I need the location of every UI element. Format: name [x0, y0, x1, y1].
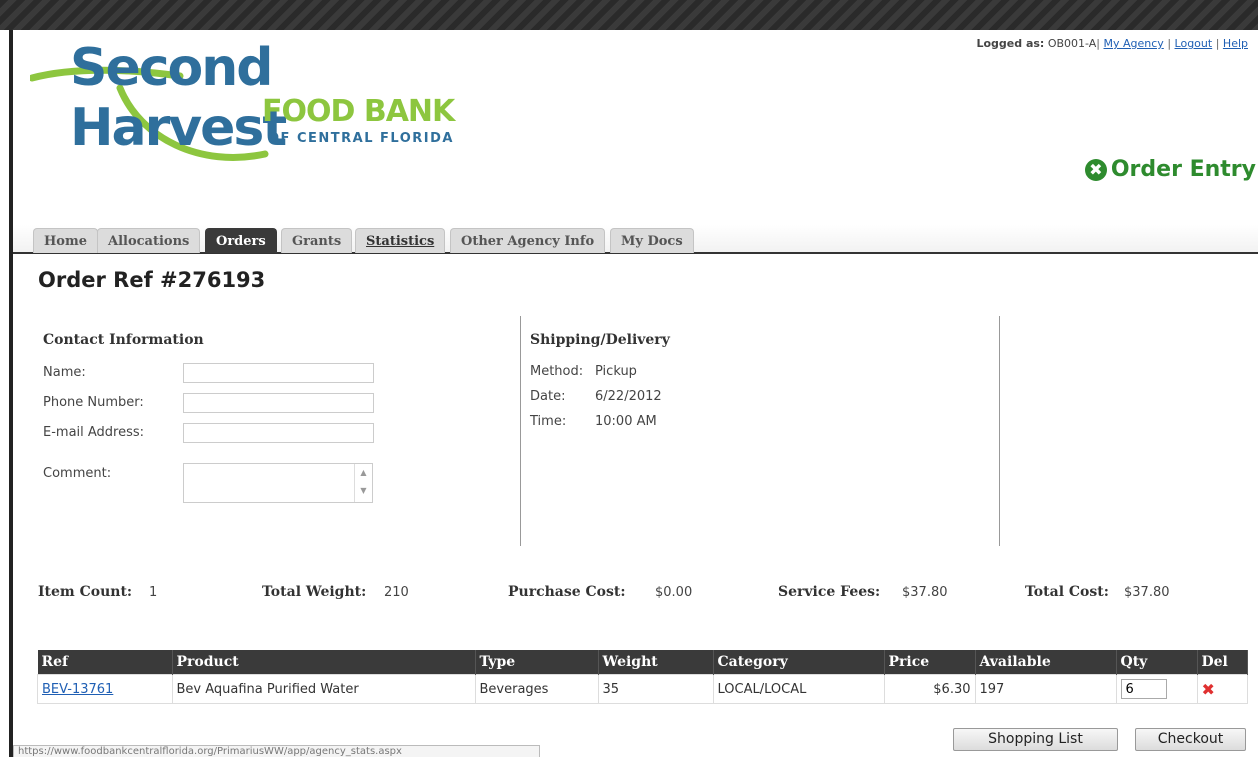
browser-status-bar: https://www.foodbankcentralflorida.org/P…: [13, 745, 540, 757]
logout-link[interactable]: Logout: [1175, 37, 1213, 50]
item-weight: 35: [597, 674, 714, 704]
browser-top-band: [0, 0, 1258, 30]
qty-input[interactable]: [1120, 679, 1167, 699]
item-category: LOCAL/LOCAL: [712, 674, 885, 704]
col-category[interactable]: Category: [713, 650, 885, 675]
col-del[interactable]: Del: [1197, 650, 1248, 675]
purchase-cost-value: $0.00: [655, 585, 693, 600]
user-id: OB001-A: [1047, 37, 1097, 50]
comment-field[interactable]: ▲ ▼: [183, 463, 373, 503]
tab-grants[interactable]: Grants: [281, 228, 353, 253]
site-logo[interactable]: Second Harvest FOOD BANK OF CENTRAL FLOR…: [30, 38, 500, 188]
name-field[interactable]: [183, 363, 374, 383]
tab-allocations[interactable]: Allocations: [97, 228, 201, 253]
tab-other-agency-info[interactable]: Other Agency Info: [450, 228, 606, 253]
my-agency-link[interactable]: My Agency: [1104, 37, 1164, 50]
item-count-value: 1: [149, 585, 158, 600]
user-bar: Logged as: OB001-A| My Agency | Logout |…: [976, 37, 1248, 50]
phone-field[interactable]: [183, 393, 374, 413]
logo-subtitle: FOOD BANK: [262, 94, 455, 129]
tab-orders[interactable]: Orders: [205, 228, 277, 253]
help-link[interactable]: Help: [1223, 37, 1248, 50]
service-fees-label: Service Fees:: [778, 584, 881, 600]
item-available: 197: [974, 674, 1117, 704]
date-label: Date:: [530, 389, 566, 404]
col-type[interactable]: Type: [475, 650, 599, 675]
section-divider: [520, 316, 521, 546]
item-count-label: Item Count:: [38, 584, 133, 600]
item-ref-link[interactable]: BEV-13761: [42, 682, 113, 697]
purchase-cost-label: Purchase Cost:: [508, 584, 626, 600]
shopping-list-button[interactable]: Shopping List: [953, 728, 1118, 751]
phone-label: Phone Number:: [43, 395, 144, 410]
tab-home[interactable]: Home: [33, 228, 98, 253]
checkout-button[interactable]: Checkout: [1135, 728, 1246, 751]
window-left-edge: [9, 30, 13, 757]
delete-icon[interactable]: ✖: [1202, 680, 1215, 699]
comment-label: Comment:: [43, 466, 112, 481]
item-type: Beverages: [474, 674, 599, 704]
time-label: Time:: [530, 414, 567, 429]
shipping-title: Shipping/Delivery: [530, 332, 670, 348]
col-product[interactable]: Product: [172, 650, 476, 675]
email-field[interactable]: [183, 423, 374, 443]
table-header-row: Ref Product Type Weight Category Price A…: [37, 650, 1248, 675]
tab-statistics[interactable]: Statistics: [355, 228, 446, 253]
logo-tagline: OF CENTRAL FLORIDA: [268, 131, 454, 146]
col-available[interactable]: Available: [975, 650, 1117, 675]
email-label: E-mail Address:: [43, 425, 145, 440]
method-label: Method:: [530, 364, 584, 379]
total-cost-label: Total Cost:: [1025, 584, 1109, 600]
col-ref[interactable]: Ref: [37, 650, 173, 675]
time-value: 10:00 AM: [595, 414, 657, 429]
total-cost-value: $37.80: [1124, 585, 1170, 600]
col-qty[interactable]: Qty: [1116, 650, 1198, 675]
order-items-table: Ref Product Type Weight Category Price A…: [37, 650, 1248, 704]
page-label: ✖ Order Entry: [1084, 157, 1256, 182]
logged-as-label: Logged as:: [976, 37, 1045, 50]
method-value: Pickup: [595, 364, 637, 379]
comment-scrollbar[interactable]: ▲ ▼: [354, 464, 372, 502]
name-label: Name:: [43, 365, 86, 380]
col-price[interactable]: Price: [884, 650, 976, 675]
service-fees-value: $37.80: [902, 585, 948, 600]
item-price: $6.30: [883, 674, 976, 704]
table-row: BEV-13761 Bev Aquafina Purified Water Be…: [37, 674, 1248, 704]
section-divider: [999, 316, 1000, 546]
order-ref-title: Order Ref #276193: [38, 268, 266, 292]
main-nav-tabs: Home Allocations Orders Grants Statistic…: [13, 225, 1258, 254]
page-label-text: Order Entry: [1110, 157, 1256, 182]
item-product: Bev Aquafina Purified Water: [171, 674, 476, 704]
order-entry-icon: ✖: [1084, 158, 1107, 181]
col-weight[interactable]: Weight: [598, 650, 714, 675]
total-weight-value: 210: [384, 585, 409, 600]
date-value: 6/22/2012: [595, 389, 662, 404]
total-weight-label: Total Weight:: [262, 584, 367, 600]
tab-my-docs[interactable]: My Docs: [610, 228, 694, 253]
contact-info-title: Contact Information: [43, 332, 204, 348]
